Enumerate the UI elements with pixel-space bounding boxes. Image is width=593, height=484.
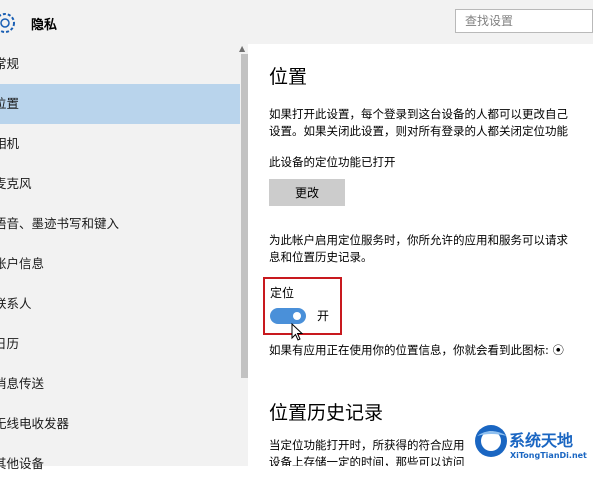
account-text-line1: 为此帐户启用定位服务时，你所允许的应用和服务可以请求 <box>269 233 568 247</box>
sidebar-item-label: 常规 <box>0 56 20 71</box>
sidebar-item-microphone[interactable]: 麦克风 <box>0 164 240 204</box>
sidebar: 常规 位置 相机 麦克风 语音、墨迹书写和键入 帐户信息 联系人 日历 消息传送… <box>0 44 248 471</box>
intro-text-line2: 设置。如果关闭此设置，则对所有登录的人都关闭定位功能 <box>269 124 568 138</box>
scroll-up-icon[interactable]: ▲ <box>239 44 245 53</box>
device-status-text: 此设备的定位功能已打开 <box>269 155 396 169</box>
location-toggle-label: 定位 <box>270 286 295 300</box>
watermark-title: 系统天地 <box>509 431 574 450</box>
mouse-cursor-icon <box>291 323 303 341</box>
sidebar-item-label: 无线电收发器 <box>0 416 70 431</box>
sidebar-item-label: 帐户信息 <box>0 256 45 271</box>
section-title: 位置 <box>269 66 308 88</box>
intro-text-line1: 如果打开此设置，每个登录到这台设备的人都可以更改自己 <box>269 107 568 121</box>
sidebar-item-label: 麦克风 <box>0 176 32 191</box>
history-section-title: 位置历史记录 <box>269 402 384 424</box>
sidebar-item-label: 语音、墨迹书写和键入 <box>0 216 120 231</box>
sidebar-item-location[interactable]: 位置 <box>0 84 240 124</box>
toggle-state-text: 开 <box>317 309 330 323</box>
location-toggle[interactable] <box>270 308 306 324</box>
sidebar-item-label: 位置 <box>0 96 20 111</box>
gear-icon <box>0 13 15 33</box>
sidebar-item-general[interactable]: 常规 <box>0 44 240 84</box>
sidebar-item-camera[interactable]: 相机 <box>0 124 240 164</box>
search-input[interactable] <box>456 10 585 32</box>
change-button[interactable]: 更改 <box>269 179 345 206</box>
window-header: 隐私 <box>0 0 593 44</box>
toggle-knob <box>293 312 301 320</box>
sidebar-item-label: 日历 <box>0 336 20 351</box>
sidebar-item-contacts[interactable]: 联系人 <box>0 284 240 324</box>
sidebar-item-other-devices[interactable]: 其他设备 <box>0 444 240 484</box>
sidebar-item-label: 联系人 <box>0 296 32 311</box>
account-text-line2: 息和位置历史记录。 <box>269 250 373 264</box>
watermark-url: XiTongTianDi.net <box>510 451 587 460</box>
search-box[interactable] <box>455 9 593 33</box>
sidebar-item-label: 消息传送 <box>0 376 45 391</box>
sidebar-item-label: 其他设备 <box>0 456 45 471</box>
sidebar-item-label: 相机 <box>0 136 20 151</box>
page-title: 隐私 <box>31 18 58 33</box>
sidebar-item-radios[interactable]: 无线电收发器 <box>0 404 240 444</box>
location-icon-note: 如果有应用正在使用你的位置信息，你就会看到此图标: ⦿ <box>269 343 565 357</box>
sidebar-item-calendar[interactable]: 日历 <box>0 324 240 364</box>
main-content: 位置 如果打开此设置，每个登录到这台设备的人都可以更改自己 设置。如果关闭此设置… <box>248 44 593 466</box>
sidebar-item-messaging[interactable]: 消息传送 <box>0 364 240 404</box>
sidebar-item-account-info[interactable]: 帐户信息 <box>0 244 240 284</box>
sidebar-item-speech-inking[interactable]: 语音、墨迹书写和键入 <box>0 204 240 244</box>
sidebar-scrollbar[interactable] <box>241 54 248 378</box>
